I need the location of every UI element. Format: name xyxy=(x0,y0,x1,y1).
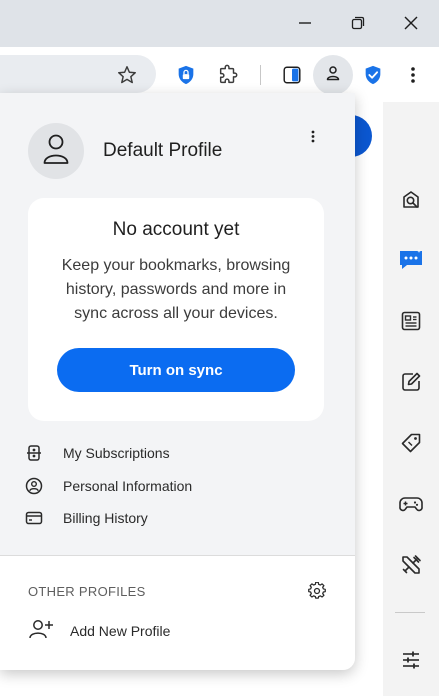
sync-card: No account yet Keep your bookmarks, brow… xyxy=(28,198,324,421)
profile-icon xyxy=(325,65,341,86)
profile-name: Default Profile xyxy=(103,140,223,161)
person-icon xyxy=(42,133,70,170)
sidebar-separator xyxy=(395,612,425,613)
gear-icon[interactable] xyxy=(307,581,327,601)
profile-options-icon[interactable] xyxy=(302,125,324,147)
close-icon[interactable] xyxy=(391,8,431,38)
sync-card-title: No account yet xyxy=(112,219,240,240)
chat-ai-icon[interactable] xyxy=(396,245,426,275)
customize-sliders-icon[interactable] xyxy=(396,645,426,675)
notes-icon[interactable] xyxy=(396,367,426,397)
extensions-icon[interactable] xyxy=(214,61,242,89)
search-web-icon[interactable] xyxy=(396,185,426,215)
turn-on-sync-button[interactable]: Turn on sync xyxy=(57,348,295,392)
menu-item-label: My Subscriptions xyxy=(63,445,170,461)
menu-item-label: Personal Information xyxy=(63,478,193,494)
restore-icon[interactable] xyxy=(338,8,378,38)
coupon-tag-icon[interactable] xyxy=(396,428,426,458)
menu-item-billing-history[interactable]: Billing History xyxy=(24,505,324,531)
menu-item-personal-information[interactable]: Personal Information xyxy=(24,473,324,499)
sidebar xyxy=(383,102,439,696)
profile-menu: Default Profile No account yet Keep your… xyxy=(0,93,355,670)
star-icon[interactable] xyxy=(113,61,141,89)
credit-card-icon xyxy=(24,508,44,528)
add-new-profile-button[interactable]: Add New Profile xyxy=(28,618,170,644)
subscriptions-icon xyxy=(24,443,44,463)
profile-button[interactable] xyxy=(313,55,353,95)
sync-card-description: Keep your bookmarks, browsing history, p… xyxy=(61,257,291,322)
shield-check-icon[interactable] xyxy=(359,61,387,89)
add-person-icon xyxy=(28,618,54,645)
avatar xyxy=(28,123,84,179)
add-new-profile-label: Add New Profile xyxy=(70,623,171,639)
menu-item-subscriptions[interactable]: My Subscriptions xyxy=(24,440,324,466)
games-icon[interactable] xyxy=(396,489,426,519)
more-vertical-icon[interactable] xyxy=(399,61,427,89)
title-bar xyxy=(0,0,439,47)
toolbar-separator xyxy=(260,65,261,85)
minimize-icon[interactable] xyxy=(285,8,325,38)
other-profiles-section: OTHER PROFILES Add New Profile xyxy=(0,556,355,670)
person-circle-icon xyxy=(24,476,44,496)
menu-item-label: Billing History xyxy=(63,510,148,526)
split-view-icon[interactable] xyxy=(278,61,306,89)
vpn-lock-icon[interactable] xyxy=(172,61,200,89)
other-profiles-heading: OTHER PROFILES xyxy=(28,584,146,599)
news-icon[interactable] xyxy=(396,306,426,336)
tools-icon[interactable] xyxy=(396,550,426,580)
